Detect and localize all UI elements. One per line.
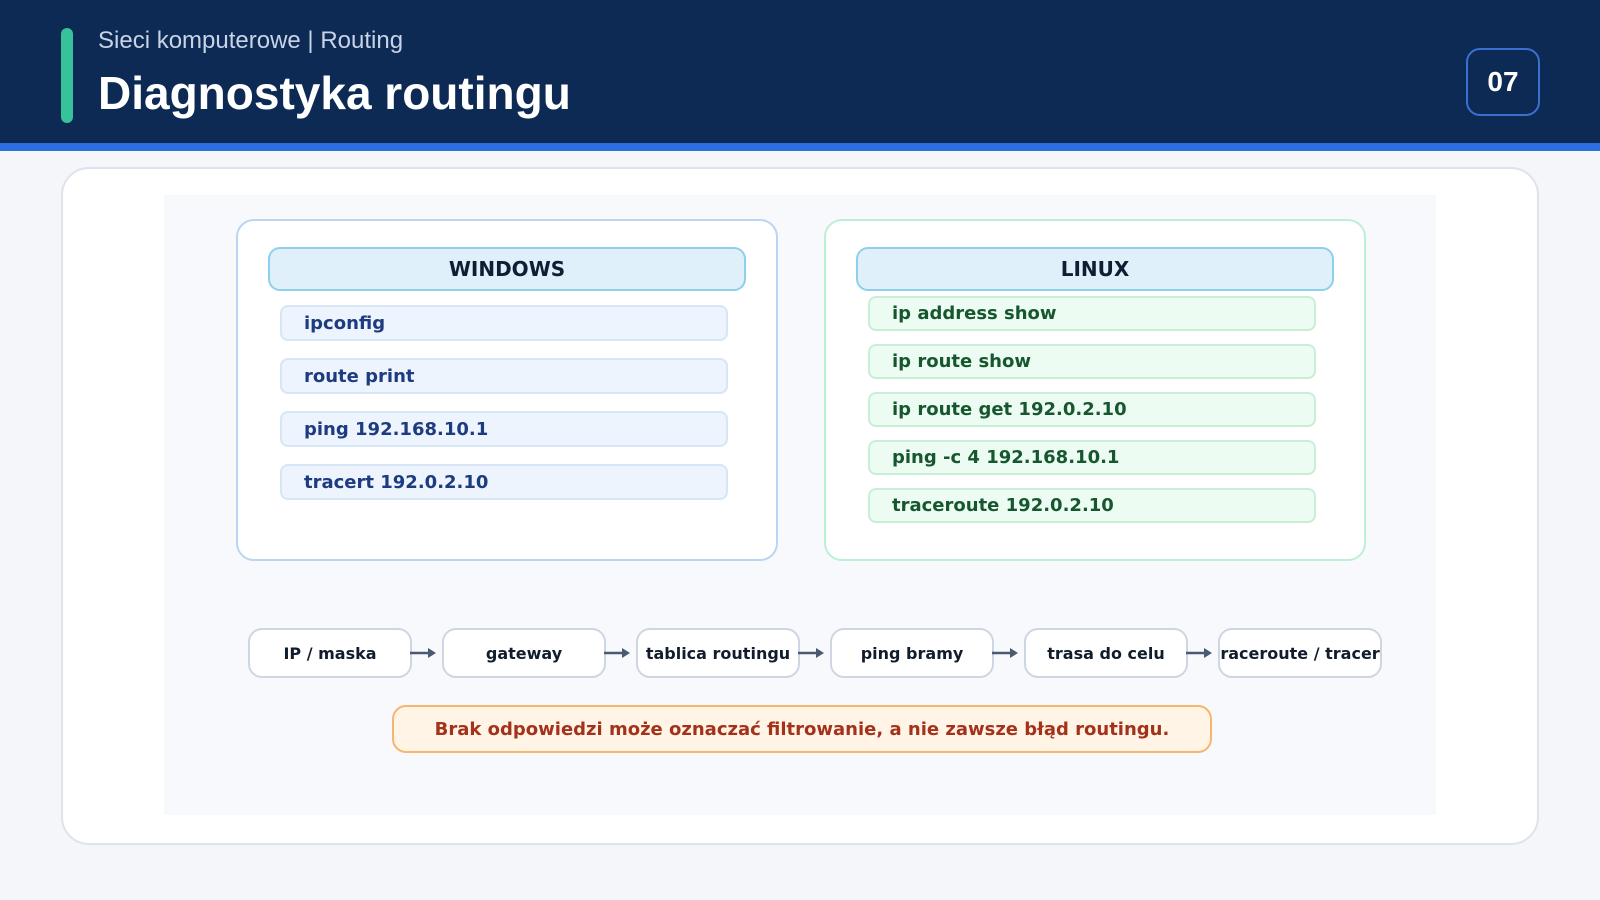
slide-title: Diagnostyka routingu	[98, 67, 571, 119]
windows-command: tracert 192.0.2.10	[280, 464, 728, 500]
command-text: tracert 192.0.2.10	[304, 471, 489, 493]
windows-command: ping 192.168.10.1	[280, 411, 728, 447]
linux-command: ip route show	[868, 344, 1316, 379]
command-text: ip route show	[892, 351, 1031, 372]
page-number-badge: 07	[1466, 48, 1540, 116]
windows-command: route print	[280, 358, 728, 394]
header-stripe	[0, 143, 1600, 151]
flow-step-ip-mask: IP / maska	[248, 628, 412, 678]
slide-subtitle: Sieci komputerowe | Routing	[98, 27, 404, 54]
command-text: ip address show	[892, 303, 1057, 324]
warning-note: Brak odpowiedzi może oznaczać filtrowani…	[392, 705, 1212, 753]
flow-step-traceroute: traceroute / tracert	[1218, 628, 1382, 678]
linux-command: ip route get 192.0.2.10	[868, 392, 1316, 427]
arrow-right-icon	[798, 648, 824, 658]
linux-command: ip address show	[868, 296, 1316, 331]
diagram: WINDOWS ipconfig route print ping 192.16…	[164, 195, 1436, 815]
linux-command: ping -c 4 192.168.10.1	[868, 440, 1316, 475]
linux-panel: LINUX ip address show ip route show ip r…	[824, 219, 1366, 561]
flow-step-route-to-target: trasa do celu	[1024, 628, 1188, 678]
windows-panel: WINDOWS ipconfig route print ping 192.16…	[236, 219, 778, 561]
arrow-right-icon	[410, 648, 436, 658]
windows-command: ipconfig	[280, 305, 728, 341]
linux-command: traceroute 192.0.2.10	[868, 488, 1316, 523]
linux-panel-title: LINUX	[856, 247, 1334, 291]
flow-step-ping-gateway: ping bramy	[830, 628, 994, 678]
arrow-right-icon	[992, 648, 1018, 658]
windows-panel-title: WINDOWS	[268, 247, 746, 291]
command-text: traceroute 192.0.2.10	[892, 495, 1114, 516]
accent-bar	[61, 28, 73, 123]
arrow-right-icon	[1186, 648, 1212, 658]
command-text: ping 192.168.10.1	[304, 418, 489, 440]
flow-step-routing-table: tablica routingu	[636, 628, 800, 678]
command-text: ping -c 4 192.168.10.1	[892, 447, 1120, 468]
command-text: ipconfig	[304, 312, 386, 334]
command-text: ip route get 192.0.2.10	[892, 399, 1127, 420]
command-text: route print	[304, 365, 415, 387]
arrow-right-icon	[604, 648, 630, 658]
flow-step-gateway: gateway	[442, 628, 606, 678]
